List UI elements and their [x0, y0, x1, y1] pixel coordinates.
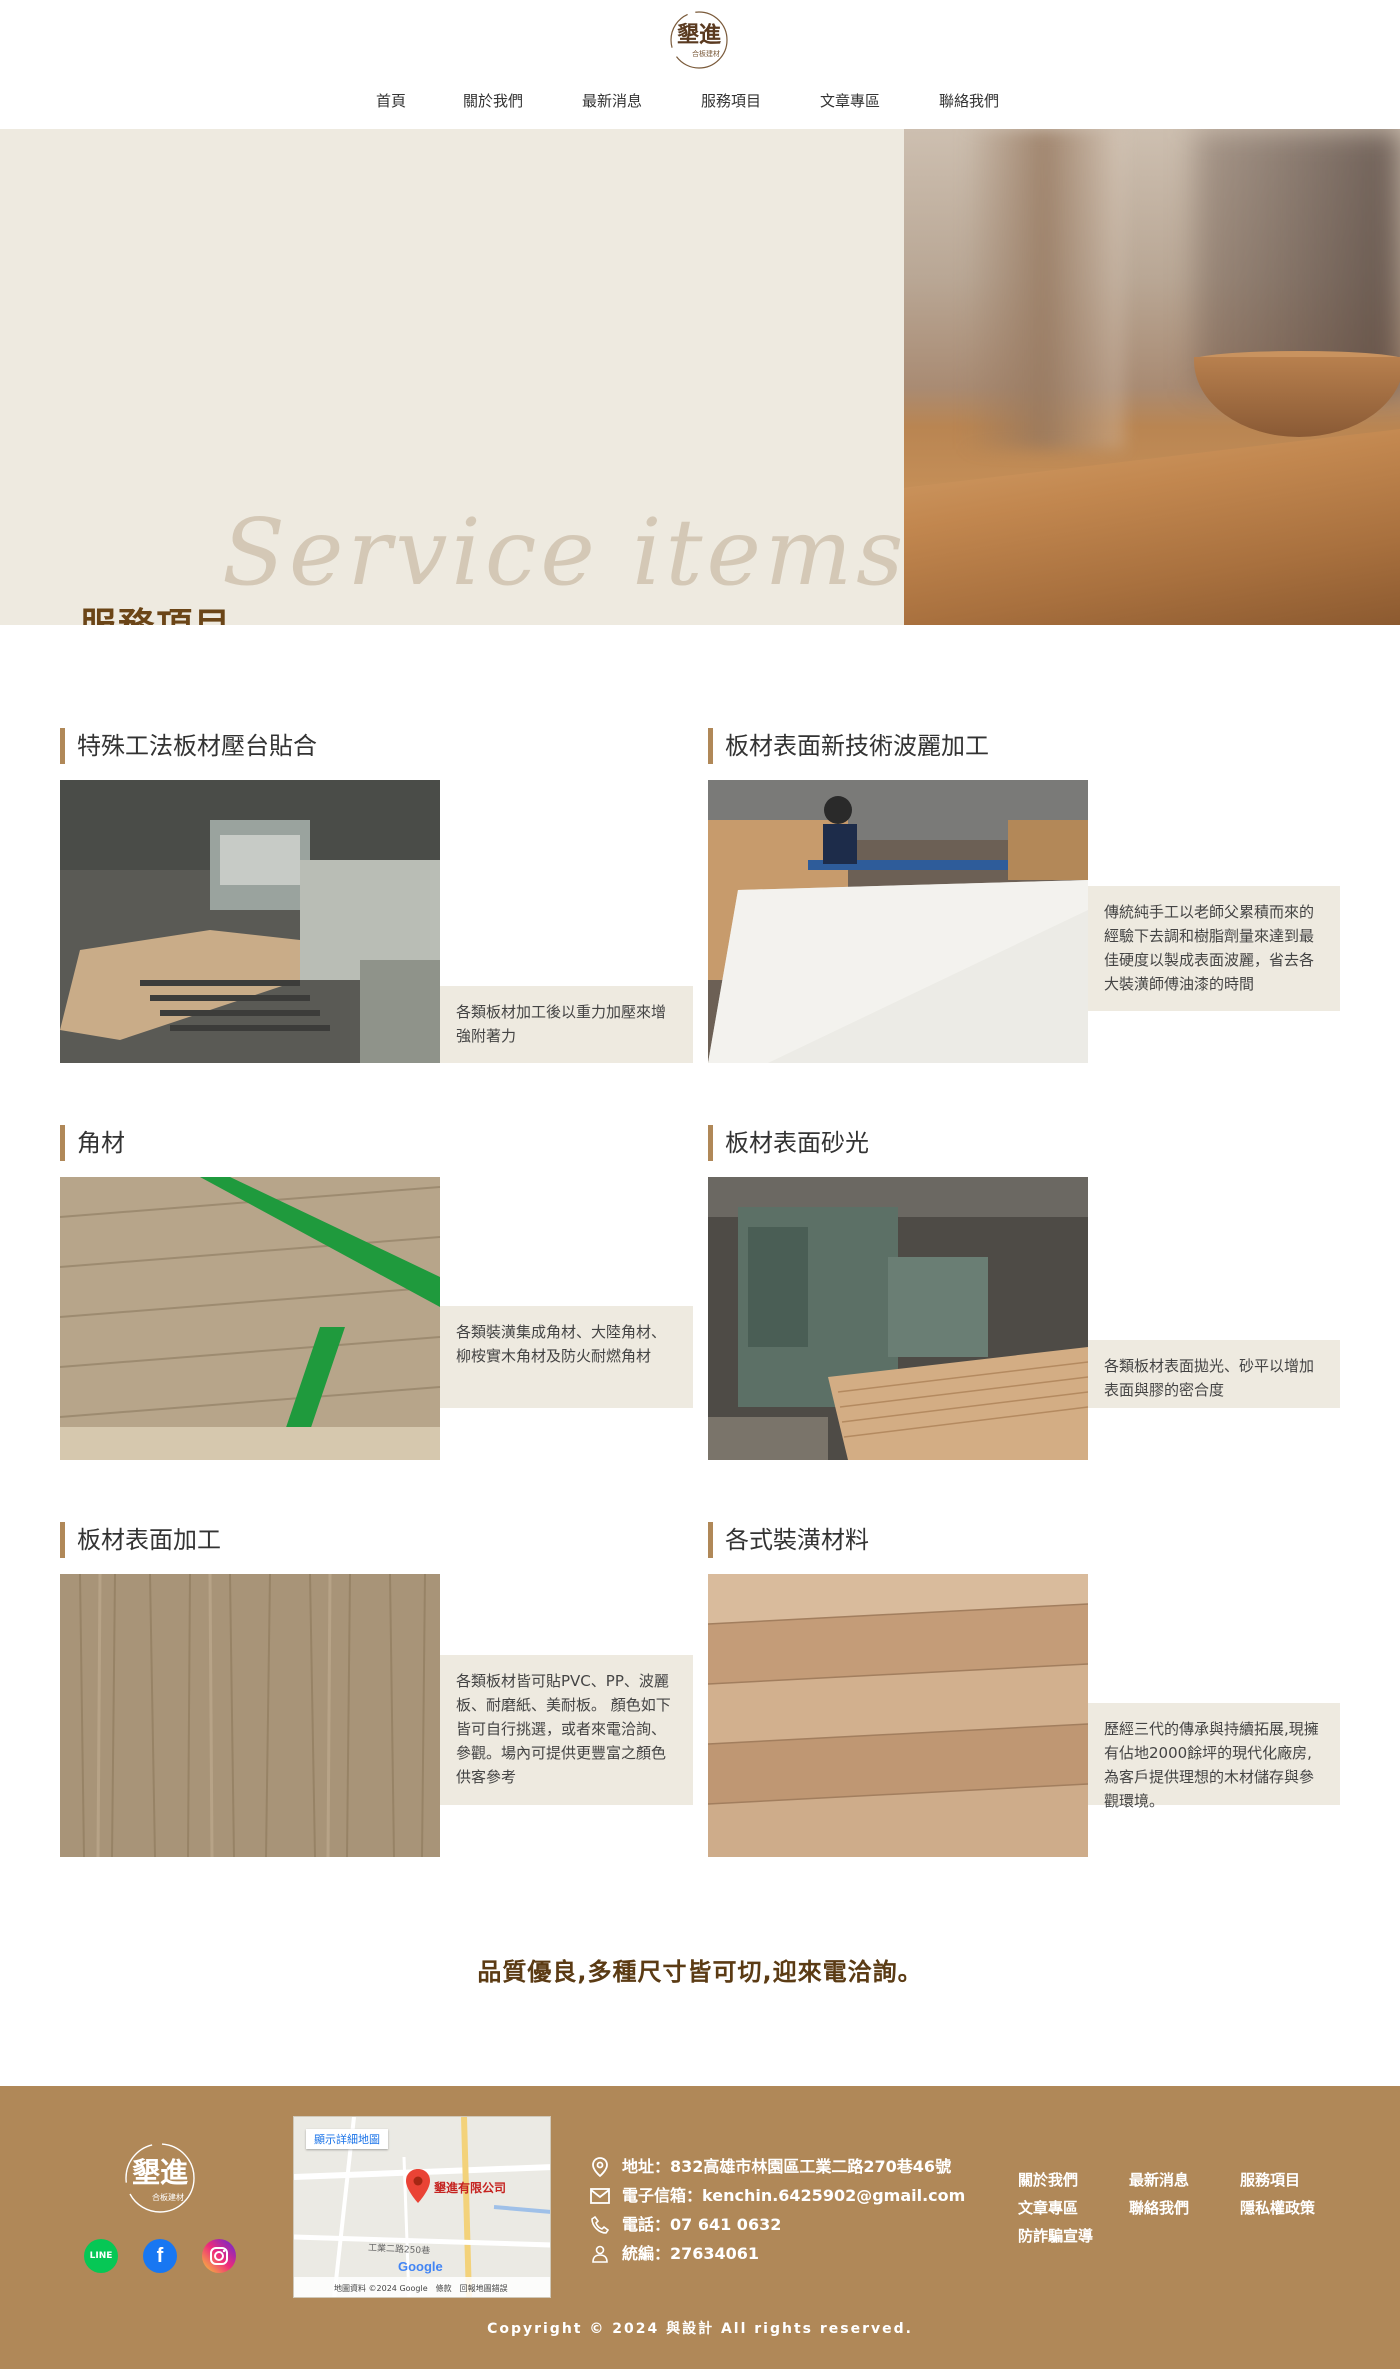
footer-link-articles[interactable]: 文章專區	[1018, 2194, 1093, 2222]
service-description: 傳統純手工以老師父累積而來的經驗下去調和樹脂劑量來達到最佳硬度以製成表面波麗，省…	[1088, 886, 1340, 1011]
copyright: Copyright © 2024 與設計 All rights reserved…	[487, 2321, 913, 2337]
footer-link-news[interactable]: 最新消息	[1129, 2166, 1189, 2194]
service-description: 各類板材表面拋光、砂平以增加表面與膠的密合度	[1088, 1340, 1340, 1408]
hero-script-text: Service items	[222, 499, 908, 606]
footer-logo[interactable]: 墾進 合板建材	[120, 2136, 200, 2220]
hero-banner: Service items 服務項目	[0, 129, 1400, 625]
envelope-icon	[590, 2186, 610, 2206]
nav-articles[interactable]: 文章專區	[820, 90, 880, 111]
nav-news[interactable]: 最新消息	[582, 90, 642, 111]
page-title: 服務項目	[80, 597, 232, 625]
nav-home[interactable]: 首頁	[376, 90, 406, 111]
svg-text:墾進: 墾進	[132, 2156, 188, 2189]
footer-link-privacy[interactable]: 隱私權政策	[1240, 2194, 1315, 2222]
person-icon	[590, 2244, 610, 2264]
location-pin-icon	[590, 2156, 610, 2177]
nav-services[interactable]: 服務項目	[701, 90, 761, 111]
service-description: 各類板材皆可貼PVC、PP、波麗板、耐磨紙、美耐板。 顏色如下皆可自行挑選，或者…	[440, 1655, 693, 1805]
contact-info: 地址：832高雄市林園區工業二路270巷46號 電子信箱：kenchin.642…	[590, 2152, 965, 2268]
contact-taxid-row: 統編：27634061	[590, 2239, 965, 2268]
service-title: 角材	[60, 1125, 125, 1161]
contact-email-row: 電子信箱：kenchin.6425902@gmail.com	[590, 2181, 965, 2210]
service-title: 特殊工法板材壓台貼合	[60, 728, 317, 764]
svg-text:墾進: 墾進	[677, 22, 721, 48]
footer-links-col-3: 服務項目 隱私權政策	[1240, 2166, 1315, 2222]
line-label: LINE	[89, 2251, 113, 2261]
instagram-icon[interactable]	[202, 2239, 236, 2273]
svg-text:合板建材: 合板建材	[692, 49, 720, 58]
service-image-sanding-machine	[708, 1177, 1088, 1460]
line-icon[interactable]: LINE	[84, 2239, 118, 2273]
service-title: 板材表面砂光	[708, 1125, 869, 1161]
footer-link-services[interactable]: 服務項目	[1240, 2166, 1315, 2194]
hero-photo-wooden-bowl	[904, 129, 1400, 625]
facebook-icon[interactable]: f	[143, 2239, 177, 2273]
footer-links-col-1: 關於我們 文章專區 防詐騙宣導	[1018, 2166, 1093, 2250]
slogan: 品質優良,多種尺寸皆可切,迎來電洽詢。	[477, 1958, 923, 1986]
service-card: 板材表面新技術波麗加工 傳統純手工以老師父累積而來的經驗下去調和樹脂劑量來達到最…	[708, 728, 1340, 1063]
instagram-glyph	[210, 2247, 228, 2265]
contact-address: 地址：832高雄市林園區工業二路270巷46號	[622, 2157, 952, 2176]
footer-link-contact[interactable]: 聯絡我們	[1129, 2194, 1189, 2222]
contact-tax-id: 統編：27634061	[622, 2244, 760, 2263]
service-title: 板材表面加工	[60, 1522, 221, 1558]
svg-text:合板建材: 合板建材	[152, 2192, 184, 2202]
service-card: 板材表面加工 各類板材皆可貼PVC、PP、波麗板、耐磨紙、美耐板。 顏色如下皆可…	[60, 1522, 693, 1857]
service-card: 角材 各類裝潢集成角材、大陸角材、柳桉實木角材及防火耐燃角材	[60, 1125, 693, 1460]
nav-about[interactable]: 關於我們	[463, 90, 523, 111]
map-credits: 地圖資料 ©2024 Google 條款 回報地圖錯誤	[334, 2284, 508, 2293]
service-card: 各式裝潢材料 歷經三代的傳承與持續拓展,現擁有佔地2000餘坪的現代化廠房,為客…	[708, 1522, 1340, 1857]
service-description: 各類裝潢集成角材、大陸角材、柳桉實木角材及防火耐燃角材	[440, 1306, 693, 1408]
phone-icon	[590, 2215, 610, 2235]
map-view-larger-button[interactable]: 顯示詳細地圖	[306, 2129, 388, 2149]
service-image-woodgrain-laminate	[60, 1574, 440, 1857]
facebook-label: f	[156, 2244, 164, 2267]
nav-contact[interactable]: 聯絡我們	[939, 90, 999, 111]
map-marker-label: 墾進有限公司	[434, 2181, 507, 2195]
service-description: 各類板材加工後以重力加壓來增強附著力	[440, 986, 693, 1063]
footer-link-fraud-warning[interactable]: 防詐騙宣導	[1018, 2222, 1093, 2250]
main-nav: 首頁 關於我們 最新消息 服務項目 文章專區 聯絡我們	[0, 90, 1400, 114]
logo-emblem-icon: 墾進 合板建材	[670, 11, 728, 69]
google-logo: Google	[398, 2259, 443, 2274]
service-image-stacked-boards	[708, 1574, 1088, 1857]
service-title: 各式裝潢材料	[708, 1522, 869, 1558]
contact-phone[interactable]: 電話：07 641 0632	[622, 2210, 781, 2239]
footer-link-about[interactable]: 關於我們	[1018, 2166, 1093, 2194]
map-pin-icon[interactable]	[406, 2169, 430, 2203]
logo-emblem-icon: 墾進 合板建材	[125, 2143, 195, 2213]
service-description: 歷經三代的傳承與持續拓展,現擁有佔地2000餘坪的現代化廠房,為客戶提供理想的木…	[1088, 1703, 1340, 1810]
site-header: 墾進 合板建材 首頁 關於我們 最新消息 服務項目 文章專區 聯絡我們	[0, 0, 1400, 129]
service-image-lumber-bundle	[60, 1177, 440, 1460]
contact-email[interactable]: 電子信箱：kenchin.6425902@gmail.com	[622, 2181, 965, 2210]
service-title: 板材表面新技術波麗加工	[708, 728, 989, 764]
site-footer: 墾進 合板建材 LINE f 顯示詳細地圖 墾進有限公司 工業二路250巷 Go…	[0, 2086, 1400, 2369]
contact-address-row: 地址：832高雄市林園區工業二路270巷46號	[590, 2152, 965, 2181]
contact-phone-row: 電話：07 641 0632	[590, 2210, 965, 2239]
logo[interactable]: 墾進 合板建材	[668, 6, 730, 72]
footer-links-col-2: 最新消息 聯絡我們	[1129, 2166, 1189, 2222]
service-card: 特殊工法板材壓台貼合 各類板材加工後以重力加壓來增強附著力	[60, 728, 693, 1063]
service-image-pressing-machine	[60, 780, 440, 1063]
service-image-polyester-coating	[708, 780, 1088, 1063]
service-card: 板材表面砂光 各類板材表面拋光、砂平以增加表面與膠的密合度	[708, 1125, 1340, 1460]
location-map[interactable]: 顯示詳細地圖 墾進有限公司 工業二路250巷 Google 地圖資料 ©2024…	[293, 2116, 551, 2298]
